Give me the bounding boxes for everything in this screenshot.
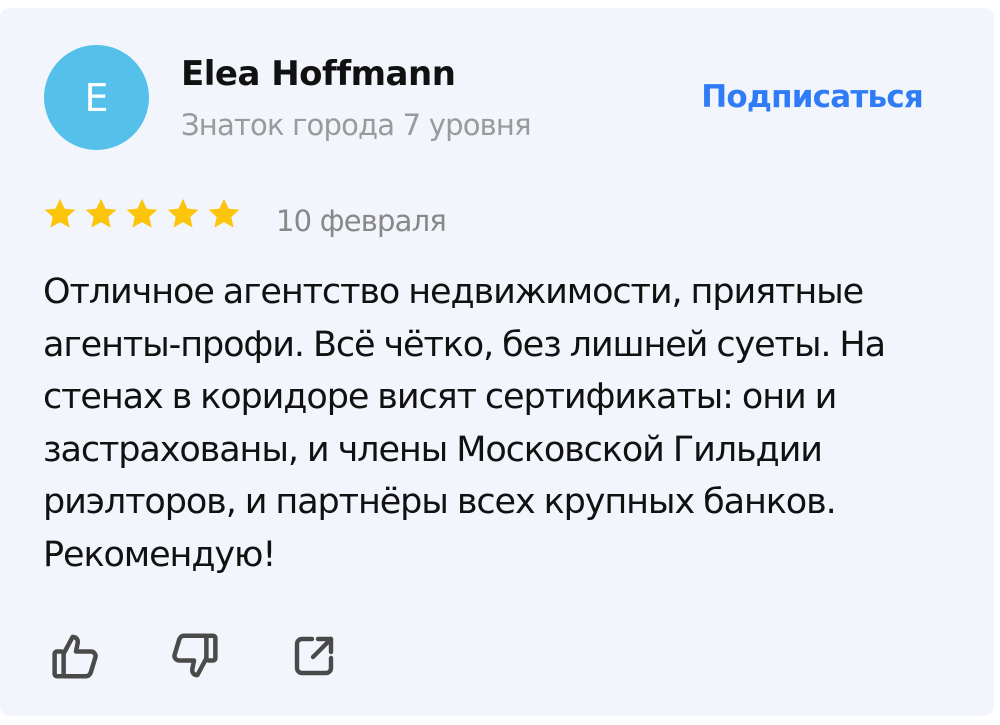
- review-date: 10 февраля: [276, 204, 447, 238]
- thumbs-up-icon: [49, 629, 103, 687]
- star-icon: [83, 196, 119, 232]
- like-button[interactable]: [46, 628, 106, 688]
- rating-stars: [42, 196, 242, 232]
- dislike-button[interactable]: [164, 628, 224, 688]
- thumbs-down-icon: [167, 629, 221, 687]
- star-icon: [42, 196, 78, 232]
- author-name[interactable]: Elea Hoffmann: [181, 54, 456, 94]
- review-text: Отличное агентство недвижимости, приятны…: [43, 272, 886, 575]
- star-icon: [165, 196, 201, 232]
- star-icon: [124, 196, 160, 232]
- avatar[interactable]: E: [44, 45, 149, 150]
- share-icon: [290, 632, 338, 684]
- review-card: E Elea Hoffmann Знаток города 7 уровня П…: [0, 8, 994, 716]
- author-level: Знаток города 7 уровня: [181, 108, 532, 142]
- avatar-initial: E: [84, 75, 109, 120]
- share-button[interactable]: [284, 628, 344, 688]
- subscribe-button[interactable]: Подписаться: [701, 79, 924, 115]
- star-icon: [206, 196, 242, 232]
- review-actions: [48, 628, 344, 688]
